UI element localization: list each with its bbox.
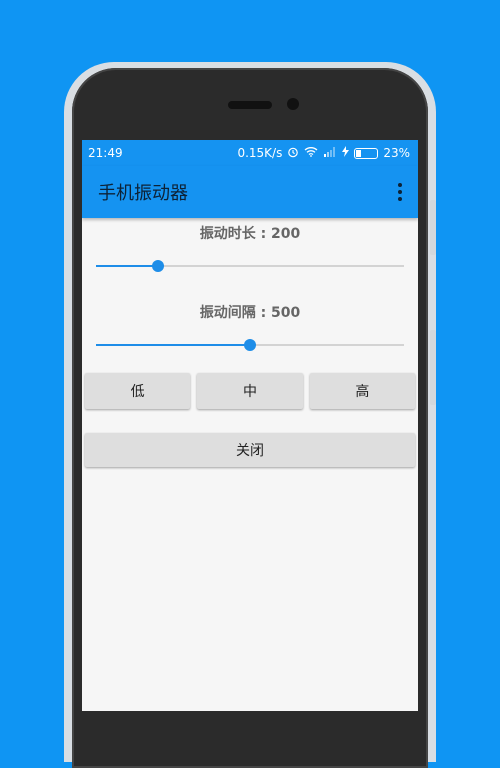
phone-speaker [228,101,272,109]
phone-camera [287,98,299,110]
more-vert-icon[interactable] [394,179,406,205]
duration-slider-fill [96,265,158,267]
high-button[interactable]: 高 [309,373,415,409]
interval-slider-fill [96,344,250,346]
phone-side-button [430,200,436,255]
wifi-icon [304,146,318,160]
network-speed: 0.15K/s [237,146,283,160]
signal-icon [323,146,337,160]
status-bar: 21:49 0.15K/s 23% [82,140,418,166]
duration-label: 振动时长 : 200 [199,226,301,242]
intensity-button-row: 低 中 高 [82,373,418,409]
duration-slider-thumb[interactable] [151,260,164,272]
phone-screen: 21:49 0.15K/s 23% 手机振动器 振动时长 : 200 振动间隔 … [82,140,418,711]
app-bar: 手机振动器 [82,166,418,218]
charging-icon [342,146,350,160]
mid-button[interactable]: 中 [197,373,303,409]
duration-slider[interactable] [96,256,404,276]
interval-slider-thumb[interactable] [244,339,256,351]
main-content: 振动时长 : 200 振动间隔 : 500 低 中 高 关闭 [82,223,418,467]
alarm-icon [287,146,299,161]
battery-icon [354,147,379,159]
app-title: 手机振动器 [98,183,188,204]
status-time: 21:49 [88,146,123,160]
status-right: 0.15K/s 23% [237,146,410,161]
battery-percent: 23% [383,146,410,160]
interval-label: 振动间隔 : 500 [199,305,301,321]
interval-slider[interactable] [96,335,404,355]
close-button[interactable]: 关闭 [85,433,415,467]
phone-side-button [430,330,436,405]
low-button[interactable]: 低 [85,373,191,409]
